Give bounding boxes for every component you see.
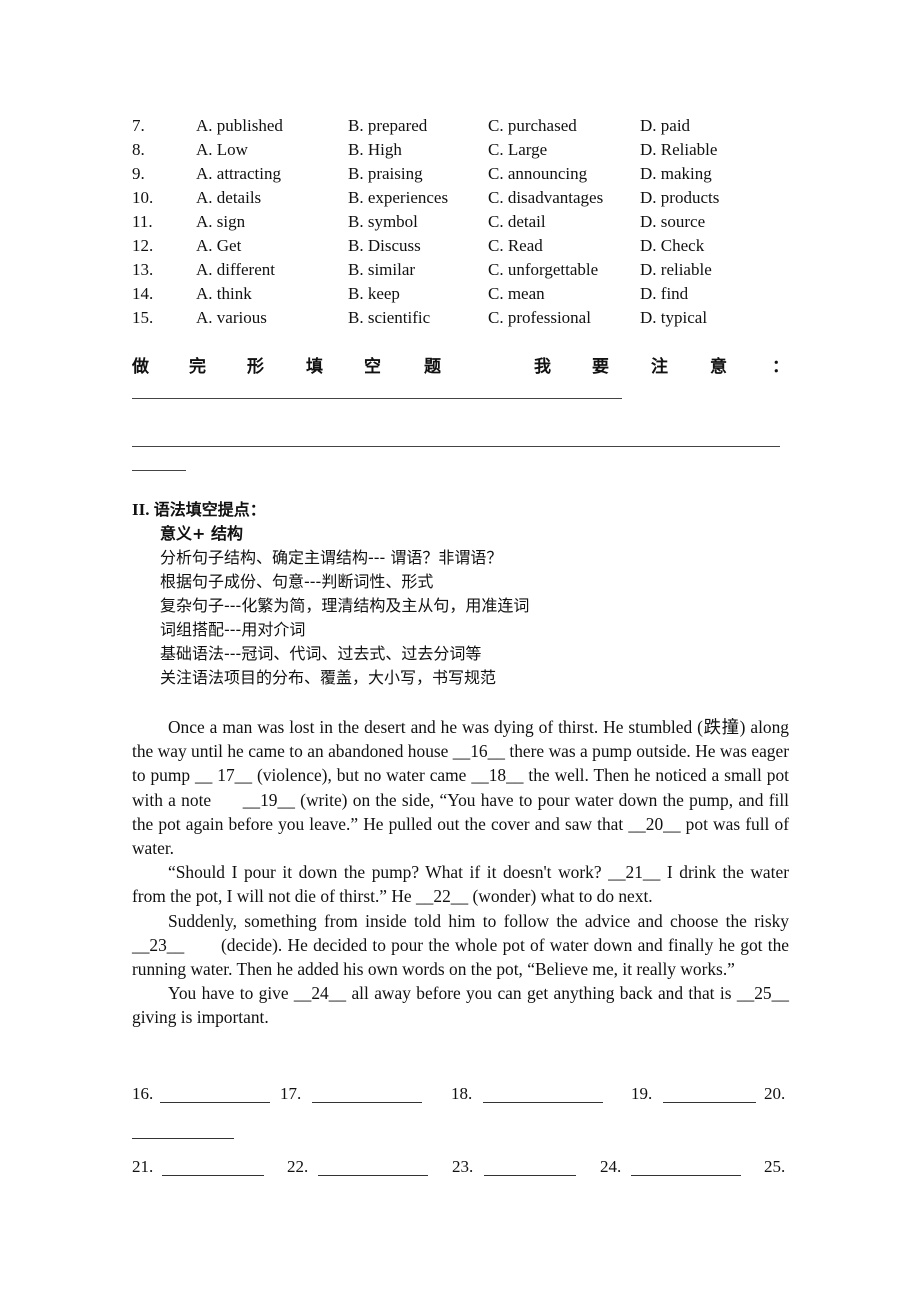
option-a: A. published — [196, 116, 283, 135]
option-c: C. Read — [488, 236, 543, 255]
answer-label-25: 25. — [764, 1157, 786, 1176]
option-c: C. announcing — [488, 164, 588, 183]
answer-label-18: 18. — [451, 1084, 473, 1103]
option-b: B. prepared — [348, 116, 428, 135]
option-d: D. making — [640, 164, 712, 183]
option-d: D. Reliable — [640, 140, 718, 159]
answer-blank-23[interactable] — [484, 1175, 576, 1176]
option-c: C. detail — [488, 212, 546, 231]
answer-blank-18[interactable] — [483, 1102, 603, 1103]
notes-prompt-char: 形 — [247, 357, 264, 377]
notes-prompt-char: 填 — [306, 357, 323, 377]
tip-item: 根据句子成份、句意---判断词性、形式 — [160, 572, 434, 591]
tip-item: 词组搭配---用对介词 — [160, 620, 306, 639]
answer-blank-19[interactable] — [663, 1102, 756, 1103]
answer-label-24: 24. — [600, 1157, 622, 1176]
answer-label-19: 19. — [631, 1084, 653, 1103]
answer-blank-20[interactable] — [132, 1138, 234, 1139]
option-b: B. symbol — [348, 212, 418, 231]
section-2-title: 语法填空提点： — [153, 500, 266, 519]
question-number: 8. — [132, 140, 145, 159]
answer-blank-17[interactable] — [312, 1102, 422, 1103]
passage-paragraph: “Should I pour it down the pump? What if… — [132, 862, 789, 907]
option-c: C. disadvantages — [488, 188, 604, 207]
passage-paragraph: You have to give __24__ all away before … — [132, 983, 789, 1028]
notes-prompt-char: ： — [772, 357, 789, 377]
section-2-subtitle: 意义+ 结构 — [160, 524, 243, 543]
answer-label-21: 21. — [132, 1157, 154, 1176]
option-b: B. keep — [348, 284, 400, 303]
answer-blank-16[interactable] — [160, 1102, 270, 1103]
notes-prompt-char: 我 — [534, 357, 551, 377]
document-page: 7. A. published B. prepared C. purchased D. … — [0, 0, 920, 1302]
option-b: B. experiences — [348, 188, 449, 207]
cloze-passage: Once a man was lost in the desert and he… — [132, 715, 789, 1030]
answer-label-20: 20. — [764, 1084, 786, 1103]
tip-item: 关注语法项目的分布、覆盖，大小写，书写规范 — [160, 668, 497, 687]
option-c: C. Large — [488, 140, 548, 159]
notes-prompt-char: 要 — [592, 357, 609, 377]
answer-label-22: 22. — [287, 1157, 309, 1176]
section-2-numeral: II. — [132, 500, 150, 519]
option-d: D. source — [640, 212, 706, 231]
option-d: D. paid — [640, 116, 691, 135]
option-d: D. find — [640, 284, 689, 303]
tip-item: 基础语法---冠词、代词、过去式、过去分词等 — [160, 644, 482, 663]
notes-prompt-char: 意 — [710, 357, 727, 377]
tip-item: 分析句子结构、确定主谓结构--- 谓语？非谓语？ — [160, 548, 503, 567]
notes-prompt-char: 题 — [424, 357, 441, 377]
option-d: D. Check — [640, 236, 705, 255]
option-a: A. various — [196, 308, 267, 327]
question-number: 12. — [132, 236, 154, 255]
question-number: 14. — [132, 284, 154, 303]
option-a: A. sign — [196, 212, 246, 231]
notes-blank-line-2[interactable] — [132, 446, 780, 447]
option-b: B. praising — [348, 164, 423, 183]
answer-blank-22[interactable] — [318, 1175, 428, 1176]
notes-blank-line-1[interactable] — [132, 398, 622, 399]
option-d: D. products — [640, 188, 720, 207]
answer-blank-24[interactable] — [631, 1175, 741, 1176]
question-number: 13. — [132, 260, 154, 279]
notes-blank-line-3[interactable] — [132, 470, 186, 471]
question-number: 9. — [132, 164, 145, 183]
answer-label-16: 16. — [132, 1084, 154, 1103]
question-number: 15. — [132, 308, 154, 327]
question-number: 7. — [132, 116, 145, 135]
option-a: A. different — [196, 260, 275, 279]
cloze-notes-prompt: 做 完 形 填 空 题 我 要 注 意 ： — [132, 352, 789, 378]
answer-blank-21[interactable] — [162, 1175, 264, 1176]
option-a: A. details — [196, 188, 262, 207]
notes-prompt-char: 注 — [651, 357, 668, 377]
option-c: C. purchased — [488, 116, 577, 135]
option-a: A. attracting — [196, 164, 281, 183]
option-c: C. unforgettable — [488, 260, 599, 279]
option-a: A. Low — [196, 140, 248, 159]
notes-prompt-char: 完 — [189, 357, 206, 377]
passage-paragraph: Once a man was lost in the desert and he… — [132, 717, 789, 859]
option-d: D. reliable — [640, 260, 712, 279]
option-d: D. typical — [640, 308, 708, 327]
notes-prompt-char: 空 — [364, 357, 381, 377]
question-number: 11. — [132, 212, 153, 231]
option-c: C. professional — [488, 308, 591, 327]
question-number: 10. — [132, 188, 154, 207]
answer-label-23: 23. — [452, 1157, 474, 1176]
tip-item: 复杂句子---化繁为简，理清结构及主从句，用准连词 — [160, 596, 530, 615]
option-a: A. think — [196, 284, 252, 303]
section-2-heading: II. 语法填空提点： — [132, 499, 266, 521]
option-a: A. Get — [196, 236, 242, 255]
option-c: C. mean — [488, 284, 545, 303]
passage-paragraph: Suddenly, something from inside told him… — [132, 910, 789, 980]
option-b: B. similar — [348, 260, 416, 279]
option-b: B. Discuss — [348, 236, 421, 255]
option-b: B. High — [348, 140, 402, 159]
notes-prompt-char: 做 — [132, 357, 149, 377]
answer-label-17: 17. — [280, 1084, 302, 1103]
option-b: B. scientific — [348, 308, 431, 327]
